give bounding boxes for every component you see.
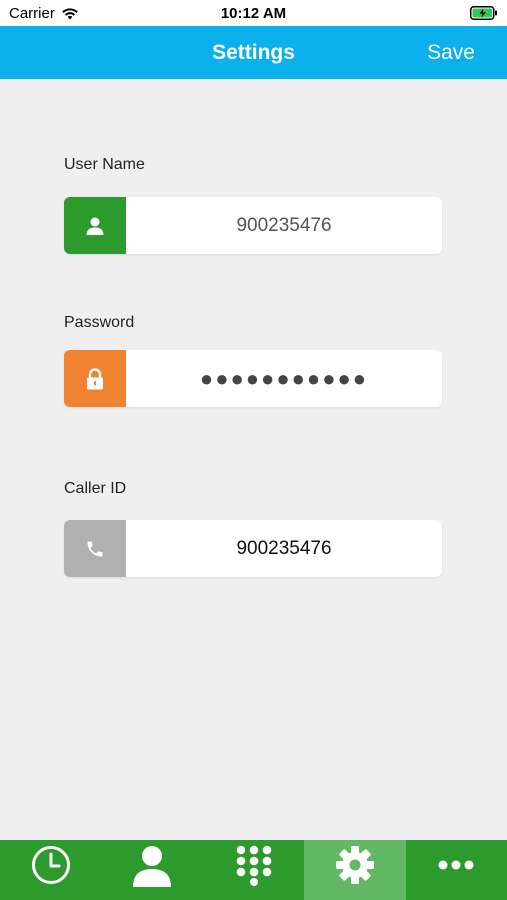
user-name-label: User Name <box>64 156 145 173</box>
user-name-field[interactable]: 900235476 <box>64 197 442 254</box>
password-label: Password <box>64 314 135 331</box>
password-input[interactable]: ●●●●●●●●●●● <box>126 350 442 407</box>
battery-charging-icon <box>470 6 497 20</box>
status-time: 10:12 AM <box>220 5 287 22</box>
caller-id-input[interactable]: 900235476 <box>126 520 442 577</box>
tab-more[interactable] <box>406 840 507 900</box>
tab-settings[interactable] <box>304 840 406 900</box>
caller-id-icon-box <box>64 520 126 577</box>
tab-contacts[interactable] <box>101 840 202 900</box>
gear-icon <box>335 846 374 884</box>
person-icon <box>133 846 172 887</box>
nav-bar: Settings Save <box>0 26 507 79</box>
caller-id-label: Caller ID <box>64 480 127 497</box>
status-bar: Carrier 10:12 AM <box>0 0 507 26</box>
tab-keypad[interactable] <box>203 840 304 900</box>
password-field[interactable]: ●●●●●●●●●●● <box>64 350 442 407</box>
person-icon <box>86 217 104 235</box>
user-name-icon-box <box>64 197 126 254</box>
lock-icon <box>87 367 103 389</box>
more-icon <box>438 860 474 870</box>
user-name-input[interactable]: 900235476 <box>126 197 442 254</box>
keypad-icon <box>236 845 271 886</box>
tab-history[interactable] <box>0 840 101 900</box>
caller-id-field[interactable]: 900235476 <box>64 520 442 577</box>
phone-icon <box>87 541 103 556</box>
tab-bar <box>0 840 507 900</box>
password-icon-box <box>64 350 126 407</box>
clock-icon <box>31 846 70 884</box>
save-button[interactable]: Save <box>427 41 475 65</box>
